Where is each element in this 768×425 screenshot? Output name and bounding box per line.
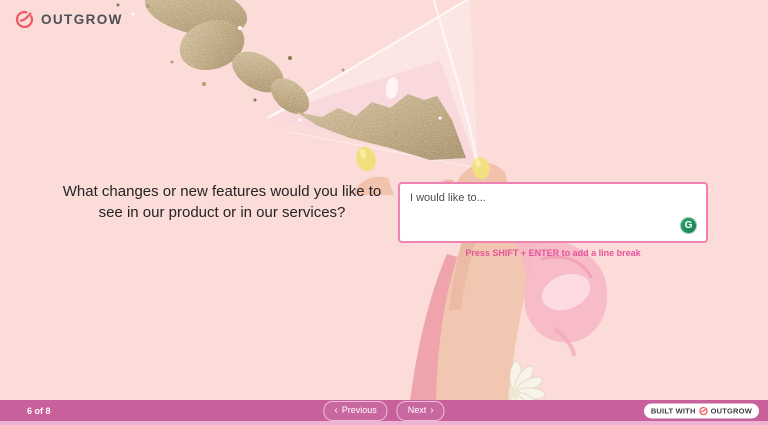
line-break-hint: Press SHIFT + ENTER to add a line break bbox=[398, 248, 708, 258]
built-with-badge[interactable]: BUILT WITH OUTGROW bbox=[644, 403, 759, 418]
outgrow-logo: OUTGROW bbox=[15, 10, 123, 29]
footer-nav: ‹ Previous Next › bbox=[323, 401, 444, 421]
previous-label: Previous bbox=[342, 406, 377, 415]
chevron-left-icon: ‹ bbox=[334, 406, 337, 416]
answer-panel: G Press SHIFT + ENTER to add a line brea… bbox=[398, 182, 708, 258]
chevron-right-icon: › bbox=[430, 406, 433, 416]
built-with-prefix: BUILT WITH bbox=[651, 406, 696, 415]
footer-bar: 6 of 8 ‹ Previous Next › BUILT WITH OUTG… bbox=[0, 400, 768, 421]
progress-indicator: 6 of 8 bbox=[27, 406, 51, 416]
outgrow-logo-icon bbox=[15, 10, 34, 29]
footer-bottom-strip bbox=[0, 421, 768, 425]
answer-input-wrap: G bbox=[398, 182, 708, 243]
question-text: What changes or new features would you l… bbox=[62, 181, 382, 223]
next-label: Next bbox=[408, 406, 427, 415]
next-button[interactable]: Next › bbox=[397, 401, 445, 421]
outgrow-logo-text: OUTGROW bbox=[41, 12, 123, 27]
answer-textarea[interactable] bbox=[400, 184, 706, 241]
outgrow-badge-icon bbox=[699, 406, 708, 415]
previous-button[interactable]: ‹ Previous bbox=[323, 401, 387, 421]
survey-page: OUTGROW What changes or new features wou… bbox=[0, 0, 768, 425]
grammarly-icon[interactable]: G bbox=[680, 217, 697, 234]
built-with-brand: OUTGROW bbox=[711, 406, 752, 415]
